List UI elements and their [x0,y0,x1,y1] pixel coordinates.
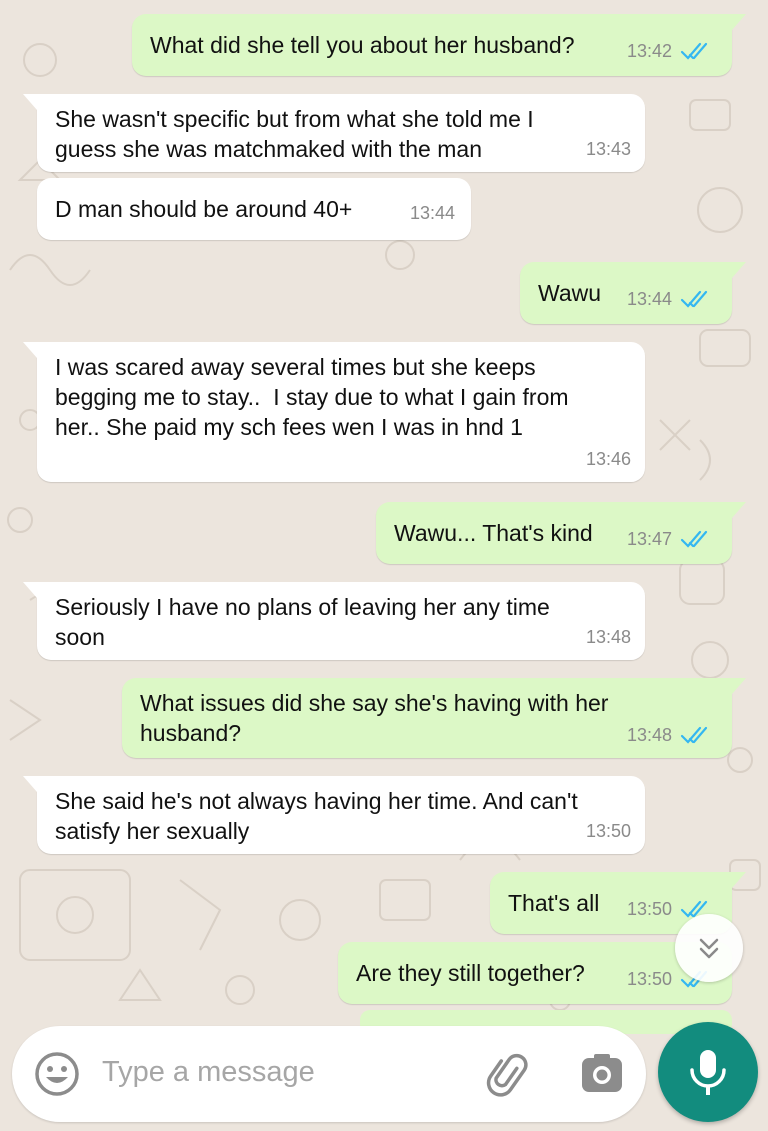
read-ticks-icon [680,725,714,745]
read-ticks-icon [680,41,714,61]
message-input[interactable]: Type a message [102,1056,315,1089]
message-time: 13:50 [585,821,631,841]
emoji-icon[interactable] [34,1051,80,1097]
message-bubble-outgoing[interactable]: What issues did she say she's having wit… [122,678,746,758]
message-time: 13:44 [626,289,672,309]
message-bubble-incoming[interactable]: She said he's not always having her time… [23,776,645,854]
message-bubble-incoming[interactable]: D man should be around 40+ 13:44 [37,178,471,240]
mic-icon [690,1050,726,1095]
message-text: She said he's not always having her time… [55,788,578,844]
double-chevron-down-icon [699,938,719,959]
message-time: 13:50 [626,899,672,919]
message-bubble-outgoing[interactable]: What did she tell you about her husband?… [132,14,746,76]
camera-icon[interactable] [578,1052,626,1096]
message-text: What issues did she say she's having wit… [140,690,609,746]
message-bubble-incoming[interactable]: Seriously I have no plans of leaving her… [23,582,645,660]
message-time: 13:42 [626,41,672,61]
scroll-to-bottom-button[interactable] [675,914,743,982]
read-ticks-icon [680,529,714,549]
message-time: 13:44 [409,203,455,223]
message-bubble-outgoing[interactable]: Wawu... That's kind 13:47 [376,502,746,564]
message-bubble-incoming[interactable]: I was scared away several times but she … [23,342,645,482]
message-composer: Type a message [12,1026,646,1122]
message-text: She wasn't specific but from what she to… [55,106,534,162]
paperclip-icon[interactable] [484,1052,532,1100]
message-time: 13:50 [626,969,672,989]
message-text: That's all [508,890,600,916]
message-bubble-outgoing[interactable]: Wawu 13:44 [520,262,746,324]
message-text: D man should be around 40+ [55,196,353,222]
message-text: Wawu... That's kind [394,520,593,546]
message-time: 13:47 [626,529,672,549]
read-ticks-icon [680,289,714,309]
message-text: Are they still together? [356,960,585,986]
message-time: 13:46 [585,449,631,469]
message-time: 13:48 [585,627,631,647]
message-time: 13:48 [626,725,672,745]
message-text: What did she tell you about her husband? [150,32,575,58]
message-bubble-outgoing[interactable]: Are they still together? 13:50 [338,942,732,1004]
message-text: I was scared away several times but she … [55,354,569,440]
mic-button[interactable] [658,1022,758,1122]
message-bubble-incoming[interactable]: She wasn't specific but from what she to… [23,94,645,172]
message-text: Seriously I have no plans of leaving her… [55,594,550,650]
message-text: Wawu [538,280,602,306]
message-time: 13:43 [585,139,631,159]
